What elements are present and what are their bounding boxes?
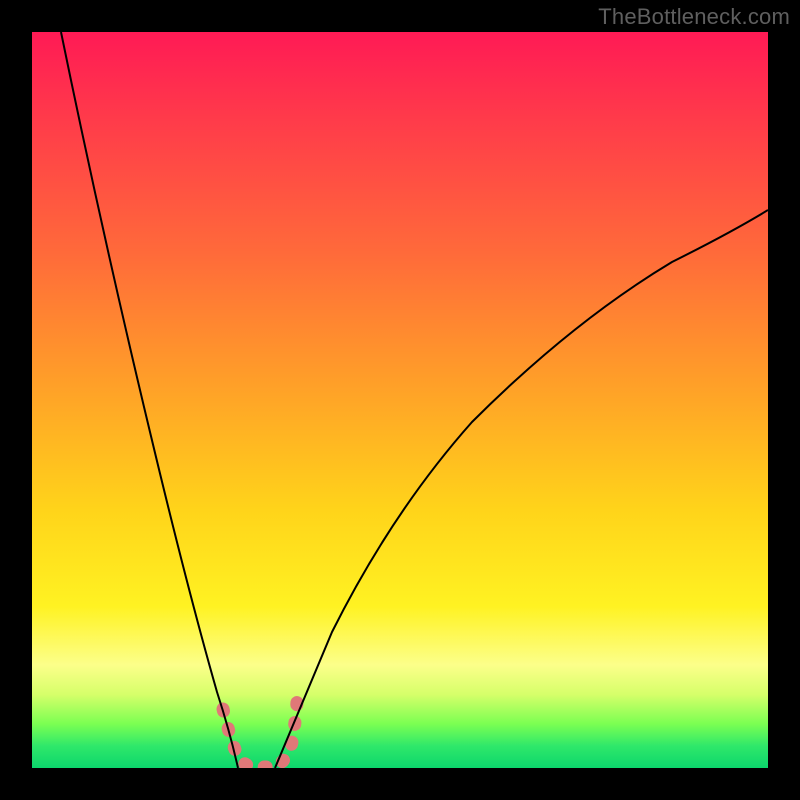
chart-frame: TheBottleneck.com — [0, 0, 800, 800]
curves-svg — [32, 32, 768, 768]
watermark-text: TheBottleneck.com — [598, 4, 790, 30]
bottleneck-highlight — [223, 702, 297, 767]
left-branch-curve — [61, 32, 238, 768]
right-branch-curve — [275, 210, 768, 768]
plot-area — [32, 32, 768, 768]
